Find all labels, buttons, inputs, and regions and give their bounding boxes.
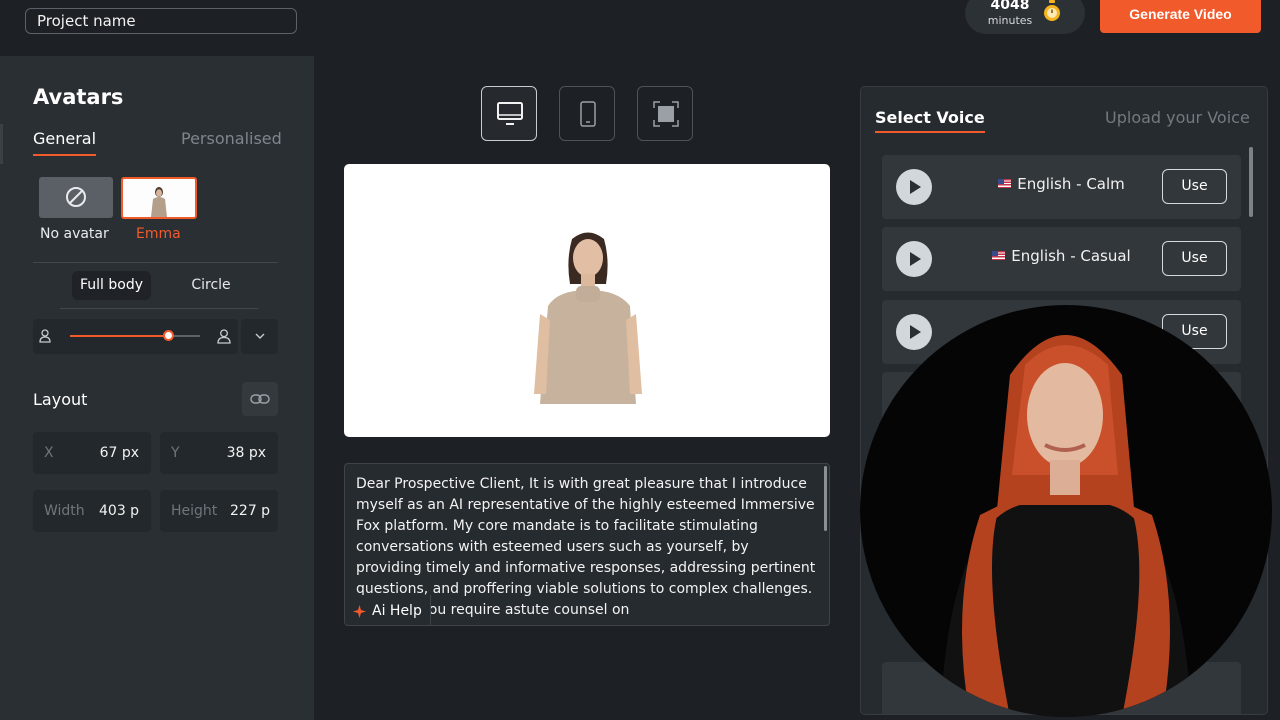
height-value[interactable]: 227 p [230, 503, 270, 519]
x-position-field[interactable]: X 67 px [33, 432, 151, 474]
avatar-size-slider[interactable] [33, 319, 238, 354]
us-flag-icon [998, 179, 1012, 188]
emma-thumbnail-icon [151, 187, 167, 217]
size-dropdown-button[interactable] [241, 319, 278, 354]
no-avatar-icon [66, 187, 86, 207]
presenter-webcam-overlay [860, 305, 1272, 717]
monitor-icon [497, 102, 523, 125]
script-editor[interactable]: Dear Prospective Client, It is with grea… [344, 463, 830, 626]
link-dimensions-button[interactable] [242, 382, 278, 416]
script-scrollbar[interactable] [824, 466, 827, 531]
project-name-input[interactable]: Project name [25, 8, 297, 34]
avatars-title: Avatars [33, 85, 124, 109]
slider-handle[interactable] [162, 330, 174, 341]
emma-avatar-option[interactable] [121, 177, 197, 219]
y-position-field[interactable]: Y 38 px [160, 432, 278, 474]
ai-sparkle-icon [353, 605, 366, 618]
square-frame-icon [653, 101, 679, 127]
full-body-toggle[interactable]: Full body [72, 271, 151, 300]
panel-edge [0, 124, 3, 164]
use-voice-button[interactable]: Use [1162, 169, 1227, 204]
voice-row[interactable]: English - Casual Use [882, 227, 1241, 291]
avatars-panel: Avatars General Personalised No avatar E… [0, 56, 314, 720]
tab-general[interactable]: General [33, 129, 97, 156]
presenter-figure [940, 335, 1192, 717]
tab-personalised[interactable]: Personalised [181, 129, 282, 148]
minutes-value: 4048 [990, 0, 1030, 13]
minutes-balance: 4048 minutes [965, 0, 1085, 34]
use-voice-button[interactable]: Use [1162, 241, 1227, 276]
divider [33, 262, 278, 263]
chevron-down-icon [255, 333, 265, 339]
voice-row[interactable]: English - Calm Use [882, 155, 1241, 219]
generate-video-button[interactable]: Generate Video [1100, 0, 1261, 33]
height-field[interactable]: Height 227 p [160, 490, 278, 532]
avatar-figure [534, 232, 642, 404]
y-value[interactable]: 38 px [227, 445, 266, 461]
ai-help-label: Ai Help [372, 603, 422, 619]
emma-label: Emma [136, 226, 181, 242]
slider-fill [70, 335, 168, 337]
link-icon [250, 394, 270, 404]
tab-upload-voice[interactable]: Upload your Voice [1105, 108, 1250, 127]
play-icon[interactable] [896, 314, 932, 350]
width-field[interactable]: Width 403 p [33, 490, 151, 532]
person-small-icon [39, 329, 51, 343]
video-preview[interactable] [344, 164, 830, 437]
width-value[interactable]: 403 p [99, 503, 139, 519]
x-label: X [44, 445, 54, 461]
us-flag-icon [992, 251, 1006, 260]
layout-title: Layout [33, 390, 88, 409]
desktop-view-button[interactable] [481, 86, 537, 141]
no-avatar-label: No avatar [40, 226, 109, 242]
slider-track[interactable] [70, 330, 200, 341]
divider [60, 308, 258, 309]
height-label: Height [171, 503, 218, 519]
y-label: Y [171, 445, 180, 461]
no-avatar-option[interactable] [39, 177, 113, 218]
square-view-button[interactable] [637, 86, 693, 141]
width-label: Width [44, 503, 85, 519]
top-bar: Project name 4048 minutes Generate Video [0, 0, 1280, 56]
mobile-view-button[interactable] [559, 86, 615, 141]
phone-icon [580, 101, 596, 127]
x-value[interactable]: 67 px [100, 445, 139, 461]
voice-list-scrollbar[interactable] [1249, 147, 1253, 217]
ai-help-button[interactable]: Ai Help [345, 595, 431, 625]
tab-select-voice[interactable]: Select Voice [875, 108, 985, 133]
person-large-icon [217, 329, 231, 344]
circle-toggle[interactable]: Circle [177, 271, 245, 300]
minutes-unit: minutes [987, 14, 1033, 27]
timer-icon [1044, 0, 1060, 21]
